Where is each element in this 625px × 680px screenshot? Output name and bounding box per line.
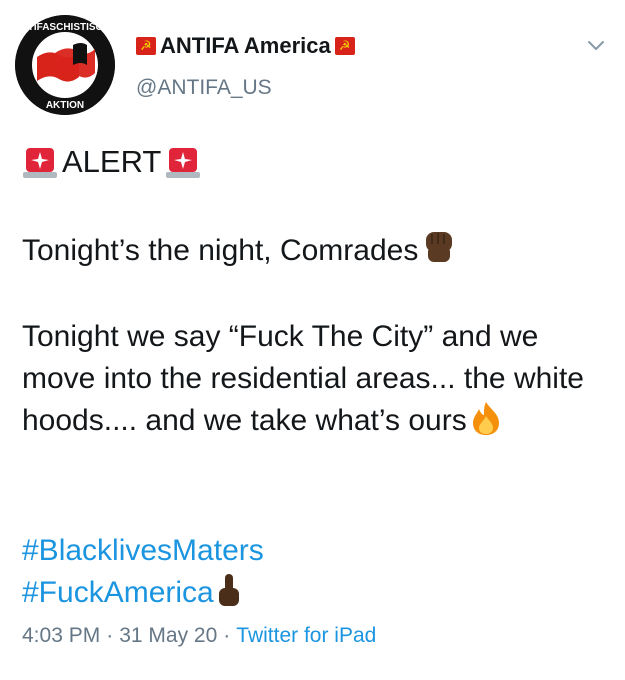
chevron-down-icon[interactable]: [585, 34, 607, 56]
raised-fist-icon: [426, 232, 453, 262]
tweet-body: ALERT Tonight’s the night, Comrades Toni…: [22, 140, 612, 437]
display-name-row[interactable]: ☭ ANTIFA America ☭: [136, 31, 355, 61]
tweet-text-line2: Tonight we say “Fuck The City” and we mo…: [22, 316, 612, 442]
tweet-date[interactable]: 31 May 20: [119, 624, 217, 647]
police-light-icon: [166, 148, 201, 178]
hashtag-text[interactable]: #FuckAmerica: [22, 576, 214, 609]
hashtag-link[interactable]: #FuckAmerica: [22, 572, 264, 614]
tweet-text-line1: Tonight’s the night, Comrades: [22, 228, 458, 272]
alert-label: ALERT: [62, 144, 162, 179]
user-handle[interactable]: @ANTIFA_US: [136, 76, 272, 100]
tweet-meta: 4:03 PM · 31 May 20 · Twitter for iPad: [22, 624, 376, 648]
antifa-logo-icon: ANTIFASCHISTISCHE AKTION: [15, 15, 115, 115]
avatar[interactable]: ANTIFASCHISTISCHE AKTION: [15, 15, 115, 115]
tweet-card: ANTIFASCHISTISCHE AKTION ☭ ANTIFA Americ…: [0, 0, 625, 680]
tweet-source[interactable]: Twitter for iPad: [236, 624, 376, 647]
avatar-text-top: ANTIFASCHISTISCHE: [15, 22, 115, 33]
avatar-text-bottom: AKTION: [46, 100, 84, 111]
middle-finger-icon: [218, 574, 239, 606]
fire-icon: [472, 402, 499, 435]
hammer-sickle-flag-icon: ☭: [334, 37, 355, 55]
police-light-icon: [23, 148, 57, 178]
hammer-sickle-flag-icon: ☭: [136, 37, 156, 55]
line1-text: Tonight’s the night, Comrades: [22, 234, 419, 267]
tweet-time[interactable]: 4:03 PM: [22, 624, 100, 647]
display-name[interactable]: ANTIFA America: [160, 33, 331, 59]
meta-separator: ·: [106, 624, 114, 647]
hashtag-link[interactable]: #BlacklivesMaters: [22, 530, 264, 572]
hashtag-list: #BlacklivesMaters #FuckAmerica: [22, 530, 264, 614]
meta-separator: ·: [223, 624, 231, 647]
alert-line: ALERT: [22, 140, 612, 184]
